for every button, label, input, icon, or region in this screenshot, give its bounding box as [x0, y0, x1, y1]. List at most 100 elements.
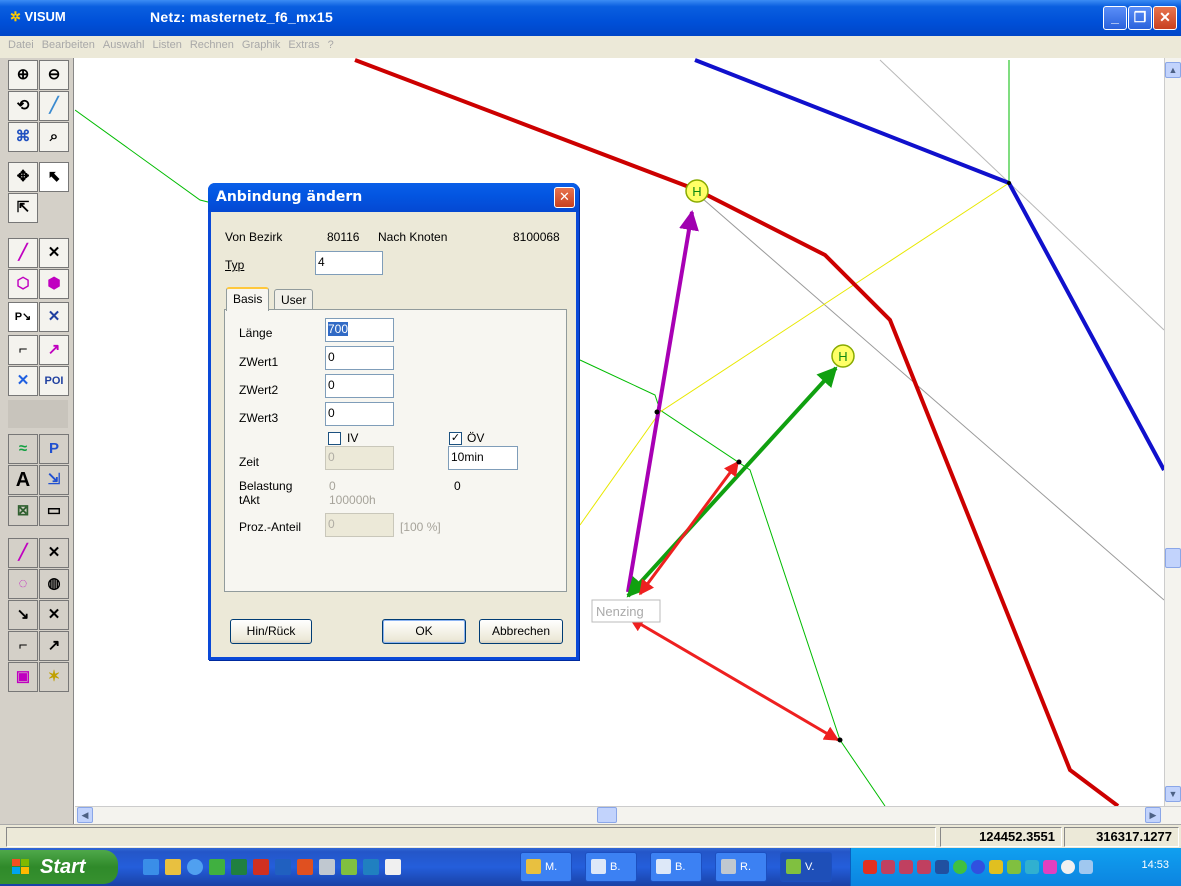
screenline-icon[interactable]: ⊠ — [8, 496, 38, 526]
restore-button[interactable]: ❐ — [1128, 6, 1152, 30]
abbrechen-button[interactable]: Abbrechen — [479, 619, 563, 644]
scroll-up-icon[interactable]: ▲ — [1165, 62, 1181, 78]
tray-icon[interactable] — [881, 860, 895, 874]
horizontal-scroll-thumb[interactable] — [597, 807, 617, 823]
task-button[interactable]: B. — [585, 852, 637, 882]
dialog-close-button[interactable]: ✕ — [554, 187, 575, 208]
laenge-input[interactable]: 700 — [325, 318, 394, 342]
menu-graphik[interactable]: Graphik — [238, 36, 285, 51]
browser-icon[interactable] — [187, 859, 203, 875]
close-button[interactable]: ✕ — [1153, 6, 1177, 30]
typ-input[interactable]: 4 — [315, 251, 383, 275]
app-icon[interactable] — [253, 859, 269, 875]
menu-datei[interactable]: Datei — [0, 36, 38, 51]
tab-user[interactable]: User — [274, 289, 314, 311]
flow-icon[interactable]: ≈ — [8, 434, 38, 464]
node-icon[interactable]: ✕ — [39, 238, 69, 268]
filter-stop-icon[interactable]: ↗ — [39, 631, 69, 661]
zoom-out-icon[interactable]: ⊖ — [39, 60, 69, 90]
task-button[interactable]: V. — [780, 852, 832, 882]
turn-icon[interactable]: ✕ — [39, 302, 69, 332]
text-icon[interactable]: A — [8, 465, 38, 495]
zoom-extent-icon[interactable]: ⌘ — [8, 122, 38, 152]
tray-icon[interactable] — [899, 860, 913, 874]
folder-icon[interactable] — [165, 859, 181, 875]
draw-line-icon[interactable]: ╱ — [39, 91, 69, 121]
zwert2-input[interactable]: 0 — [325, 374, 394, 398]
tab-basis[interactable]: Basis — [226, 287, 270, 311]
scroll-right-icon[interactable]: ▶ — [1145, 807, 1161, 823]
map-node — [837, 737, 843, 743]
ie-icon[interactable] — [143, 859, 159, 875]
zone-icon[interactable]: ⬡ — [8, 269, 38, 299]
filter-turn-icon[interactable]: ✕ — [39, 600, 69, 630]
notepad-icon[interactable] — [319, 859, 335, 875]
menu-listen[interactable]: Listen — [148, 36, 185, 51]
iv-checkbox[interactable] — [328, 432, 341, 445]
parking-icon[interactable]: P — [39, 434, 69, 464]
zoom-previous-icon[interactable]: ⟲ — [8, 91, 38, 121]
zeit-ov-input[interactable]: 10min — [448, 446, 518, 470]
connector-icon[interactable]: P↘ — [8, 302, 38, 332]
ok-button[interactable]: OK — [382, 619, 466, 644]
pan-icon[interactable]: ✥ — [8, 162, 38, 192]
hin-rueck-button[interactable]: Hin/Rück — [230, 619, 312, 644]
tray-icon[interactable] — [1007, 860, 1021, 874]
app-icon[interactable] — [209, 859, 225, 875]
task-button[interactable]: B. — [650, 852, 702, 882]
task-button[interactable]: M. — [520, 852, 572, 882]
excel-icon[interactable] — [231, 859, 247, 875]
filter-line-icon[interactable]: ⌐ — [8, 631, 38, 661]
poi-icon[interactable]: POI — [39, 366, 69, 396]
link-icon[interactable]: ╱ — [8, 238, 38, 268]
word-icon[interactable] — [275, 859, 291, 875]
menu-bearbeiten[interactable]: Bearbeiten — [38, 36, 99, 51]
zoom-window-icon[interactable]: ⌕ — [39, 122, 69, 152]
menu-help[interactable]: ? — [324, 36, 338, 51]
main-node-icon[interactable]: ✕ — [8, 366, 38, 396]
tray-icon[interactable] — [1025, 860, 1039, 874]
ov-checkbox[interactable]: ✓ — [449, 432, 462, 445]
filter-link-icon[interactable]: ╱ — [8, 538, 38, 568]
menu-auswahl[interactable]: Auswahl — [99, 36, 149, 51]
zoom-in-icon[interactable]: ⊕ — [8, 60, 38, 90]
legend-icon[interactable]: ⇲ — [39, 465, 69, 495]
document-icon[interactable] — [385, 859, 401, 875]
tray-icon[interactable] — [953, 860, 967, 874]
pointer-icon[interactable]: ⬉ — [39, 162, 69, 192]
comment-icon[interactable]: ▭ — [39, 496, 69, 526]
line-route-icon[interactable]: ⌐ — [8, 335, 38, 365]
scroll-left-icon[interactable]: ◀ — [77, 807, 93, 823]
tray-icon[interactable] — [917, 860, 931, 874]
horizontal-scrollbar[interactable]: ◀ ▶ — [75, 806, 1181, 824]
tray-icon[interactable] — [971, 860, 985, 874]
tray-icon[interactable] — [863, 860, 877, 874]
menu-extras[interactable]: Extras — [284, 36, 323, 51]
task-button[interactable]: R. — [715, 852, 767, 882]
zwert3-input[interactable]: 0 — [325, 402, 394, 426]
tray-icon[interactable] — [1043, 860, 1057, 874]
filter-main-node-icon[interactable]: ✶ — [39, 662, 69, 692]
scroll-down-icon[interactable]: ▼ — [1165, 786, 1181, 802]
filter-territory-icon[interactable]: ◍ — [39, 569, 69, 599]
vertical-scrollbar[interactable]: ▲ ▼ — [1164, 58, 1181, 806]
menu-rechnen[interactable]: Rechnen — [186, 36, 238, 51]
filter-node-icon[interactable]: ✕ — [39, 538, 69, 568]
filter-poi-icon[interactable]: ▣ — [8, 662, 38, 692]
filter-connector-icon[interactable]: ↘ — [8, 600, 38, 630]
app-icon[interactable] — [363, 859, 379, 875]
vertical-scroll-thumb[interactable] — [1165, 548, 1181, 568]
tray-icon[interactable] — [989, 860, 1003, 874]
multi-select-icon[interactable]: ⇱ — [8, 193, 38, 223]
territory-icon[interactable]: ⬢ — [39, 269, 69, 299]
visum-icon[interactable] — [341, 859, 357, 875]
powerpoint-icon[interactable] — [297, 859, 313, 875]
network-icon[interactable] — [1061, 860, 1075, 874]
minimize-button[interactable]: _ — [1103, 6, 1127, 30]
zwert1-input[interactable]: 0 — [325, 346, 394, 370]
monitor-icon[interactable] — [1079, 860, 1093, 874]
filter-zone-icon[interactable]: ◌ — [8, 569, 38, 599]
stop-point-icon[interactable]: ↗ — [39, 335, 69, 365]
start-button[interactable]: Start — [0, 850, 118, 884]
tray-icon[interactable] — [935, 860, 949, 874]
